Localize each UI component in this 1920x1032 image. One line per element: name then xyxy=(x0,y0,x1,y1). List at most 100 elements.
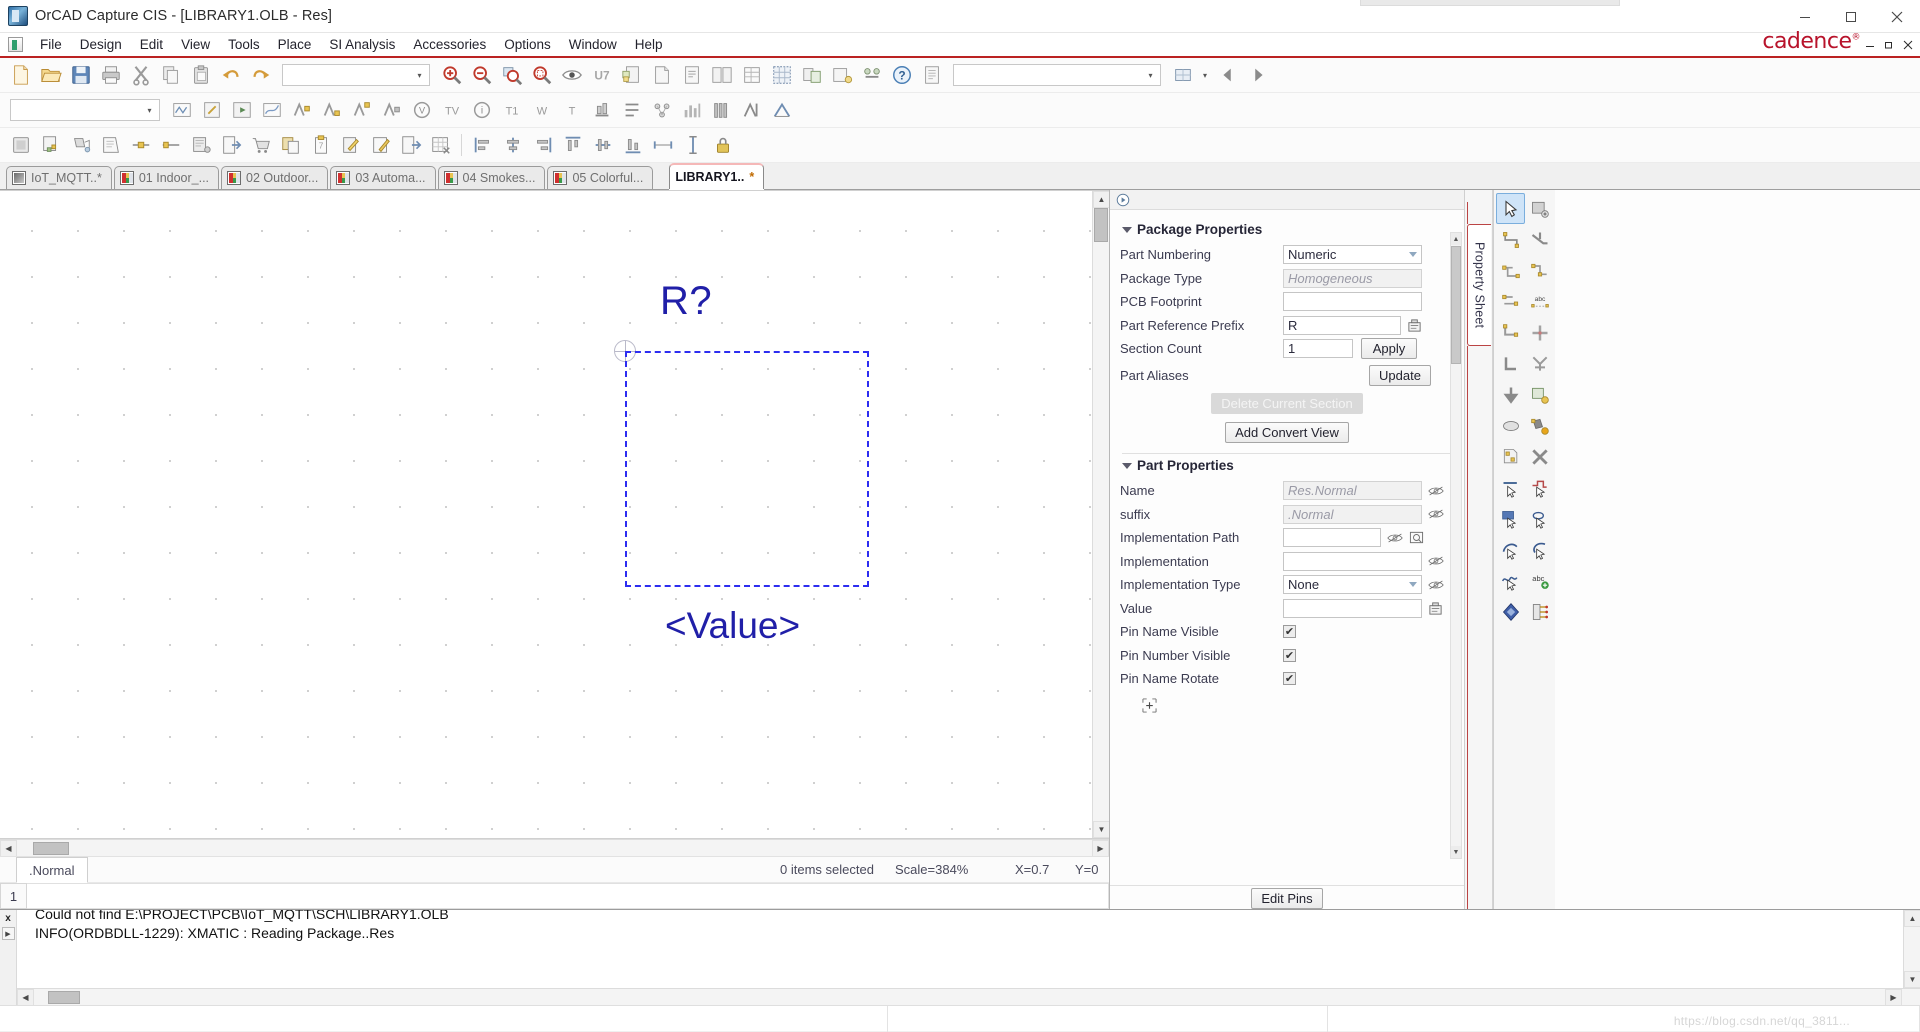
console-close-icon[interactable]: x xyxy=(5,913,11,924)
eye-off-icon-5[interactable] xyxy=(1428,578,1444,592)
section-count-input[interactable]: 1 xyxy=(1283,339,1353,358)
menu-file[interactable]: File xyxy=(31,35,71,54)
create-netlist-icon[interactable] xyxy=(677,61,706,90)
place-junction-icon[interactable] xyxy=(1525,255,1554,286)
net-w-icon[interactable]: W xyxy=(527,96,556,125)
tab-library1[interactable]: LIBRARY1..* xyxy=(669,163,764,189)
sheet-icon[interactable] xyxy=(96,131,125,160)
cross-reference-icon[interactable] xyxy=(707,61,736,90)
via-v-icon[interactable]: V xyxy=(407,96,436,125)
place-wire-icon[interactable] xyxy=(1496,224,1525,255)
zoom-area-icon[interactable] xyxy=(497,61,526,90)
visibility-eye-icon[interactable] xyxy=(557,61,586,90)
implementation-type-select[interactable]: None xyxy=(1283,575,1422,594)
align-bottom-icon[interactable] xyxy=(587,96,616,125)
place-text-abc-icon[interactable]: abc xyxy=(1525,286,1554,317)
run-icon[interactable] xyxy=(227,96,256,125)
scroll-left-button[interactable]: ◀ xyxy=(0,840,17,857)
place-line-icon[interactable] xyxy=(1496,348,1525,379)
split-design-icon[interactable] xyxy=(797,61,826,90)
property-sheet-scrollbar[interactable]: ▲ ▼ xyxy=(1450,232,1462,859)
backannotate-icon[interactable] xyxy=(617,61,646,90)
snap-to-grid-icon[interactable] xyxy=(767,61,796,90)
place-rectangle-icon[interactable] xyxy=(1525,379,1554,410)
place-ellipse-icon[interactable] xyxy=(1496,410,1525,441)
tab-03-automa[interactable]: 03 Automa... xyxy=(330,166,435,189)
distribute-horizontal-icon[interactable] xyxy=(648,131,677,160)
place-part-icon[interactable] xyxy=(1525,193,1554,224)
print-icon[interactable] xyxy=(96,61,125,90)
zoom-out-icon[interactable] xyxy=(467,61,496,90)
part-manager-icon[interactable] xyxy=(857,61,886,90)
reference-designator-text[interactable]: R? xyxy=(660,279,712,324)
part-numbering-select[interactable]: Numeric xyxy=(1283,245,1422,264)
menu-tools[interactable]: Tools xyxy=(219,35,269,54)
place-ieee-symbol-icon[interactable] xyxy=(1496,596,1525,627)
place-text-add-icon[interactable]: abc xyxy=(1525,565,1554,596)
place-hierarchical-icon[interactable] xyxy=(1525,348,1554,379)
collapse-caret-icon[interactable] xyxy=(1122,227,1132,233)
package-icon[interactable] xyxy=(6,131,35,160)
pin-number-visible-checkbox[interactable]: ✔ xyxy=(1283,649,1296,662)
ps-scroll-thumb[interactable] xyxy=(1451,246,1461,364)
copy-part-icon[interactable] xyxy=(276,131,305,160)
histogram-icon[interactable] xyxy=(677,96,706,125)
select-line-icon[interactable] xyxy=(1496,472,1525,503)
clipboard-clock-icon[interactable]: 7 xyxy=(306,131,335,160)
page-number[interactable]: 1 xyxy=(0,883,27,909)
console-scroll-up[interactable]: ▲ xyxy=(1904,910,1920,927)
menu-place[interactable]: Place xyxy=(269,35,321,54)
save-icon[interactable] xyxy=(66,61,95,90)
toolbar-combo-2[interactable]: ▾ xyxy=(953,64,1161,86)
part-array-icon[interactable] xyxy=(186,131,215,160)
apply-button[interactable]: Apply xyxy=(1361,338,1417,359)
console-vertical-scrollbar[interactable]: ▲ ▼ xyxy=(1903,910,1920,988)
grid-toggle-icon[interactable] xyxy=(1168,61,1197,90)
edit-pins-button[interactable]: Edit Pins xyxy=(1251,888,1323,909)
help-icon[interactable]: ? xyxy=(887,61,916,90)
part-properties-header[interactable]: Part Properties xyxy=(1122,458,1454,473)
console-text-area[interactable]: Could not find E:\PROJECT\PCB\IoT_MQTT\S… xyxy=(17,910,1920,1005)
property-stamp-icon[interactable] xyxy=(1407,318,1422,333)
place-paint-icon[interactable] xyxy=(1525,410,1554,441)
mdi-close-button[interactable] xyxy=(1899,36,1916,53)
canvas-vertical-scrollbar[interactable]: ▲ ▼ xyxy=(1092,191,1109,838)
console-expand-icon[interactable]: ▶ xyxy=(2,927,15,940)
ps-scroll-up[interactable]: ▲ xyxy=(1451,233,1461,245)
edit-note-icon[interactable] xyxy=(366,131,395,160)
part-body-rectangle[interactable] xyxy=(625,351,869,587)
measure-icon[interactable] xyxy=(767,96,796,125)
place-arrow-down-icon[interactable] xyxy=(1496,379,1525,410)
add-convert-view-button[interactable]: Add Convert View xyxy=(1225,422,1349,443)
pcb-footprint-input[interactable] xyxy=(1283,292,1422,311)
zoom-in-icon[interactable] xyxy=(437,61,466,90)
project-manager-icon[interactable] xyxy=(827,61,856,90)
import-icon[interactable] xyxy=(216,131,245,160)
open-folder-icon[interactable] xyxy=(36,61,65,90)
place-pin-array-icon[interactable] xyxy=(1525,596,1554,627)
net-t2-icon[interactable]: T xyxy=(557,96,586,125)
bill-of-materials-icon[interactable] xyxy=(737,61,766,90)
menu-si-analysis[interactable]: SI Analysis xyxy=(320,35,404,54)
library-icon[interactable] xyxy=(917,61,946,90)
eye-off-icon-4[interactable] xyxy=(1428,554,1444,568)
net-t1-icon[interactable]: T1 xyxy=(497,96,526,125)
place-no-connect-icon[interactable] xyxy=(1525,441,1554,472)
menu-help[interactable]: Help xyxy=(626,35,672,54)
prev-page-icon[interactable] xyxy=(1213,61,1242,90)
table-delete-icon[interactable] xyxy=(426,131,455,160)
place-page-connector-icon[interactable] xyxy=(1496,441,1525,472)
scroll-up-button[interactable]: ▲ xyxy=(1093,191,1109,208)
menu-design[interactable]: Design xyxy=(71,35,131,54)
align-center-icon[interactable] xyxy=(498,131,527,160)
split-package-icon[interactable] xyxy=(36,131,65,160)
net-a3-icon[interactable] xyxy=(347,96,376,125)
implementation-path-input[interactable] xyxy=(1283,528,1381,547)
update-button[interactable]: Update xyxy=(1369,365,1431,386)
tab-04-smokes[interactable]: 04 Smokes... xyxy=(438,166,546,189)
menu-view[interactable]: View xyxy=(172,35,219,54)
mdi-minimize-button[interactable] xyxy=(1861,36,1878,53)
property-stamp-icon-2[interactable] xyxy=(1428,601,1443,616)
select-rectangle-icon[interactable] xyxy=(1496,503,1525,534)
paste-icon[interactable] xyxy=(186,61,215,90)
